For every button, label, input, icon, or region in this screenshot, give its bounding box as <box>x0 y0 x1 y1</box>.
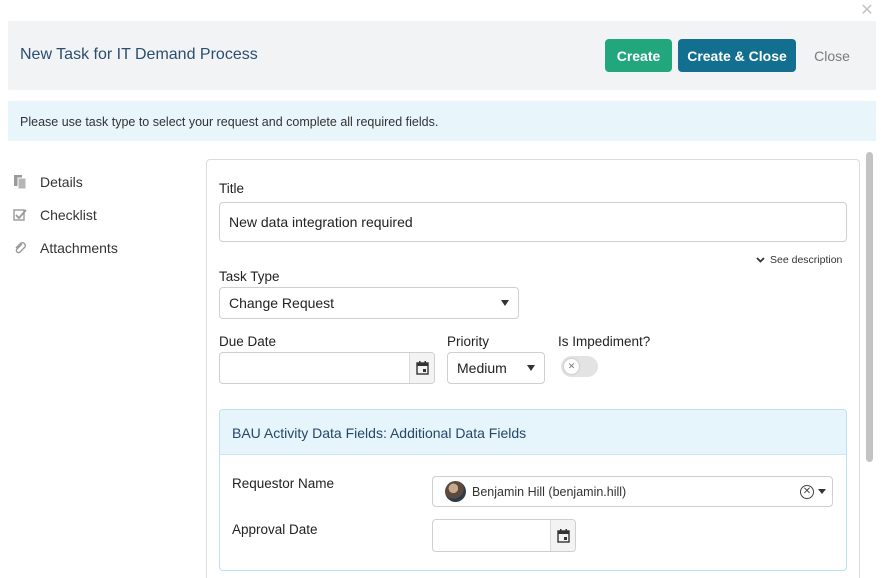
avatar <box>445 481 466 502</box>
due-date-input[interactable] <box>229 360 425 376</box>
toggle-off-icon: ✕ <box>564 359 579 374</box>
approval-date-label: Approval Date <box>232 522 318 537</box>
priority-select[interactable]: Medium <box>447 352 545 384</box>
nav-item-label: Checklist <box>40 206 97 223</box>
requestor-select[interactable]: Benjamin Hill (benjamin.hill) ✕ <box>432 476 833 507</box>
priority-value: Medium <box>457 360 507 376</box>
paperclip-icon <box>12 240 28 256</box>
info-banner: Please use task type to select your requ… <box>8 101 876 141</box>
dropdown-arrow-icon <box>501 300 509 306</box>
task-type-label: Task Type <box>219 269 280 284</box>
nav-item-label: Attachments <box>40 239 118 256</box>
impediment-label: Is Impediment? <box>558 334 651 349</box>
approval-date-field[interactable] <box>432 519 576 552</box>
priority-label: Priority <box>447 334 490 349</box>
create-button[interactable]: Create <box>605 39 672 72</box>
dialog-header: New Task for IT Demand Process Create Cr… <box>8 21 876 90</box>
impediment-toggle[interactable]: ✕ <box>561 356 598 377</box>
requestor-label: Requestor Name <box>232 476 335 491</box>
close-button[interactable]: Close <box>808 39 856 72</box>
checklist-icon <box>12 207 28 223</box>
document-icon <box>12 174 28 190</box>
task-type-select[interactable]: Change Request <box>219 287 519 319</box>
requestor-value: Benjamin Hill (benjamin.hill) <box>472 484 627 499</box>
nav-item-label: Details <box>40 173 83 190</box>
due-date-field[interactable] <box>219 352 435 384</box>
title-field[interactable] <box>219 202 847 242</box>
calendar-icon[interactable] <box>550 520 575 551</box>
approval-date-input[interactable] <box>442 527 566 544</box>
clear-icon[interactable]: ✕ <box>800 484 814 499</box>
task-type-value: Change Request <box>229 295 335 311</box>
section-title: BAU Activity Data Fields: Additional Dat… <box>220 410 846 455</box>
nav-item-details[interactable]: Details <box>12 165 118 198</box>
title-input[interactable] <box>229 214 837 230</box>
dialog-close-icon[interactable]: ✕ <box>859 3 875 19</box>
dialog-title: New Task for IT Demand Process <box>20 46 258 63</box>
chevron-down-icon <box>756 255 765 266</box>
dropdown-arrow-icon <box>527 365 535 371</box>
scrollbar-thumb[interactable] <box>866 152 873 462</box>
title-label: Title <box>219 181 245 196</box>
side-nav: Details Checklist Attachments <box>12 165 118 264</box>
see-description-link[interactable]: See description <box>756 254 842 266</box>
dropdown-arrow-icon <box>818 489 826 494</box>
due-date-label: Due Date <box>219 334 277 349</box>
nav-item-checklist[interactable]: Checklist <box>12 198 118 231</box>
calendar-icon[interactable] <box>409 353 434 383</box>
see-description-label: See description <box>770 254 843 266</box>
nav-item-attachments[interactable]: Attachments <box>12 231 118 264</box>
create-and-close-button[interactable]: Create & Close <box>678 39 796 72</box>
